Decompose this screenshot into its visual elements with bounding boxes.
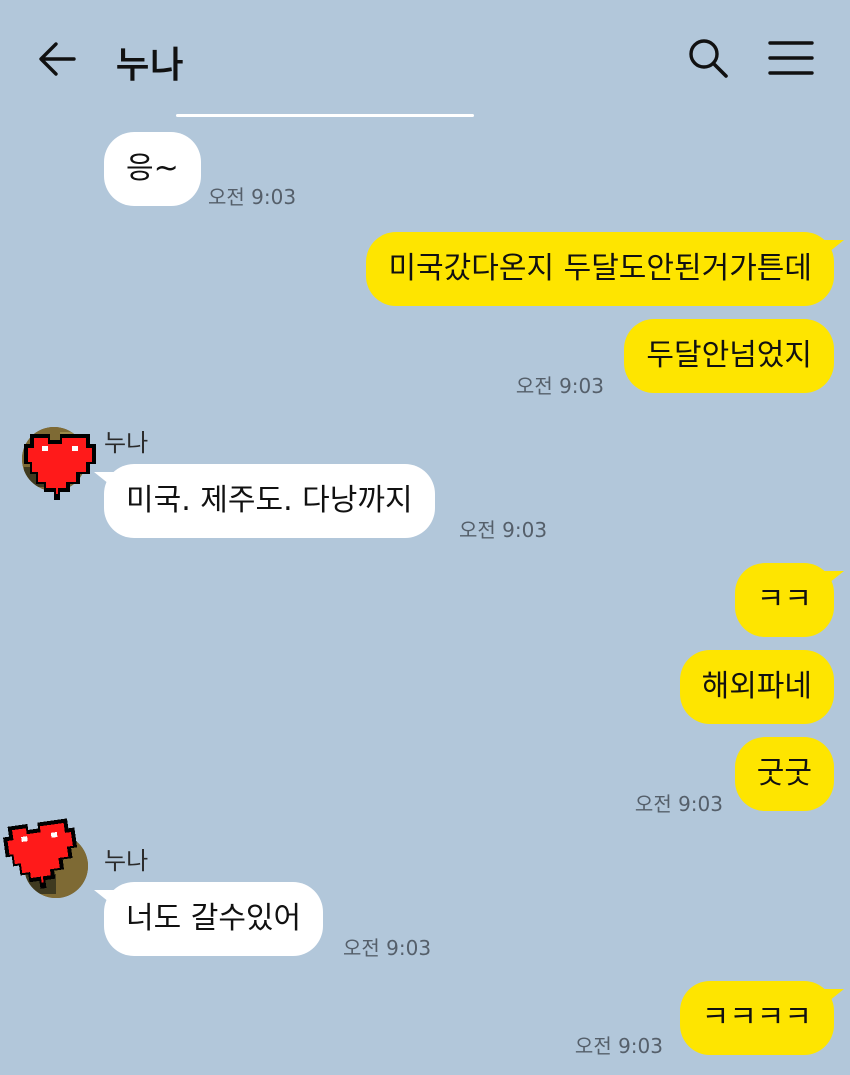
message-timestamp: 오전 9:03	[574, 1034, 663, 1058]
message-text: 두달안넘었지	[646, 338, 812, 373]
heart-icon	[24, 434, 96, 500]
message-timestamp: 오전 9:03	[515, 374, 604, 398]
message-text: 굿굿	[756, 756, 812, 791]
message-text: ㅋㅋ	[756, 582, 812, 617]
message-timestamp: 오전 9:03	[343, 936, 432, 960]
message-text: 해외파네	[701, 669, 812, 704]
outgoing-message-bubble[interactable]: ㅋㅋ	[734, 563, 845, 637]
incoming-message-bubble[interactable]: 너도 갈수있어	[93, 882, 324, 956]
message-text: 응~	[126, 151, 179, 186]
outgoing-message-bubble[interactable]: 해외파네	[679, 650, 834, 724]
back-arrow-icon[interactable]	[36, 38, 78, 80]
sender-name: 누나	[104, 429, 149, 457]
sender-avatar[interactable]	[2, 814, 100, 912]
chat-header: 누나	[0, 0, 850, 115]
message-timestamp: 오전 9:03	[459, 518, 548, 542]
message-text: 미국. 제주도. 다낭까지	[126, 483, 413, 518]
message-text: ㅋㅋㅋㅋ	[701, 1000, 812, 1035]
sender-name: 누나	[104, 847, 149, 875]
outgoing-message-bubble[interactable]: 두달안넘었지	[624, 319, 834, 393]
message-timestamp: 오전 9:03	[634, 792, 723, 816]
outgoing-message-bubble[interactable]: 굿굿	[734, 737, 834, 811]
message-text: 미국갔다온지 두달도안된거가튼데	[388, 251, 812, 286]
outgoing-message-bubble[interactable]: ㅋㅋㅋㅋ	[679, 981, 845, 1055]
incoming-message-bubble[interactable]: 미국. 제주도. 다낭까지	[94, 464, 435, 538]
hamburger-menu-icon[interactable]	[768, 40, 814, 76]
outgoing-message-bubble[interactable]: 미국갔다온지 두달도안된거가튼데	[366, 232, 844, 306]
search-icon[interactable]	[686, 36, 730, 80]
previous-message-edge	[176, 114, 474, 117]
message-text: 너도 갈수있어	[126, 901, 302, 936]
incoming-message-bubble[interactable]: 응~	[104, 132, 201, 206]
message-timestamp: 오전 9:03	[208, 185, 297, 209]
sender-avatar[interactable]	[10, 412, 108, 510]
chat-title: 누나	[116, 45, 185, 86]
